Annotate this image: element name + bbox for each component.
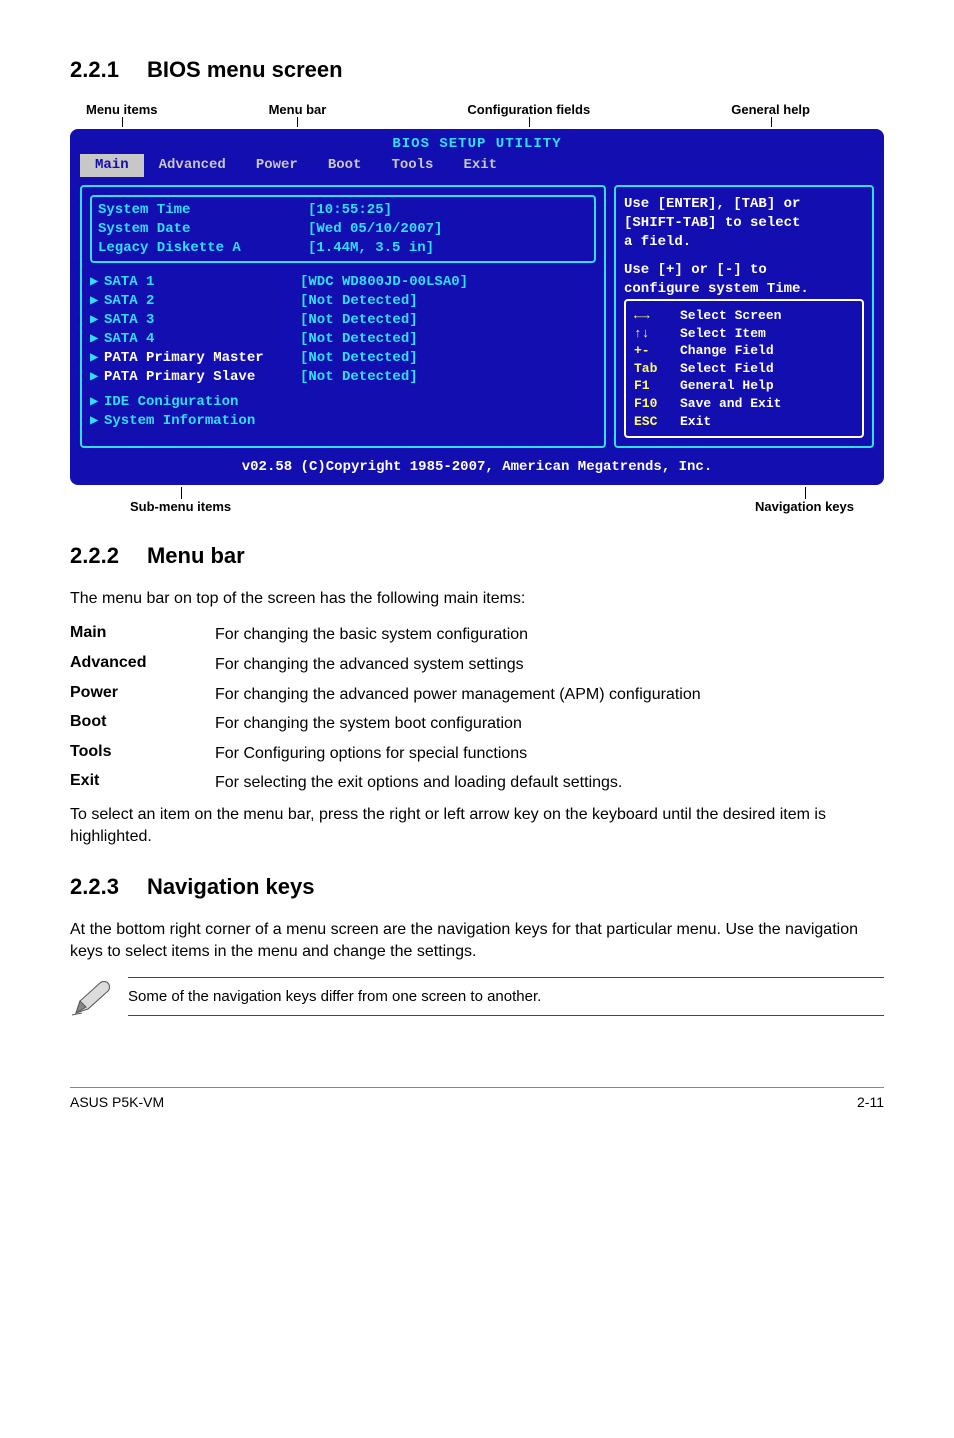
navkey-row: +-Change Field	[634, 342, 854, 360]
bios-row-system-info[interactable]: ▶System Information	[90, 412, 596, 431]
arrows-lr-icon: ←→	[634, 307, 680, 325]
bios-row-pata-master[interactable]: ▶PATA Primary Master [Not Detected]	[90, 349, 596, 368]
triangle-icon: ▶	[90, 311, 104, 330]
bios-menubar: Main Advanced Power Boot Tools Exit	[74, 154, 880, 181]
menu-bar-intro: The menu bar on top of the screen has th…	[70, 588, 884, 610]
section-heading-223: 2.2.3Navigation keys	[70, 873, 884, 901]
desc-row-main: Main For changing the basic system confi…	[70, 624, 884, 646]
bios-title: BIOS SETUP UTILITY	[74, 133, 880, 154]
triangle-icon: ▶	[90, 393, 104, 412]
triangle-icon: ▶	[90, 368, 104, 387]
callout-submenu-items: Sub-menu items	[130, 487, 231, 514]
bios-navigation-keys-box: ←→Select Screen ↑↓Select Item +-Change F…	[624, 299, 864, 438]
page-footer: ASUS P5K-VM 2-11	[70, 1087, 884, 1110]
bios-row-pata-slave[interactable]: ▶PATA Primary Slave [Not Detected]	[90, 368, 596, 387]
bios-row-legacy-diskette[interactable]: Legacy Diskette A [1.44M, 3.5 in]	[98, 239, 588, 258]
bios-tab-boot[interactable]: Boot	[313, 154, 377, 177]
callout-general-help: General help	[731, 102, 810, 127]
callout-navigation-keys: Navigation keys	[755, 487, 854, 514]
bios-copyright-footer: v02.58 (C)Copyright 1985-2007, American …	[74, 456, 880, 481]
bios-row-system-time[interactable]: System Time [10:55:25]	[98, 201, 588, 220]
select-item-hint: To select an item on the menu bar, press…	[70, 804, 884, 849]
section-heading-221: 2.2.1 BIOS menu screen	[70, 56, 884, 84]
triangle-icon: ▶	[90, 292, 104, 311]
desc-row-tools: Tools For Configuring options for specia…	[70, 743, 884, 765]
pencil-note-icon	[70, 977, 114, 1017]
bios-row-sata-3[interactable]: ▶SATA 3 [Not Detected]	[90, 311, 596, 330]
triangle-icon: ▶	[90, 273, 104, 292]
section-heading-222: 2.2.2Menu bar	[70, 542, 884, 570]
callout-menu-items: Menu items	[86, 102, 158, 127]
footer-right: 2-11	[857, 1094, 884, 1110]
bios-tab-exit[interactable]: Exit	[448, 154, 512, 177]
bios-tab-tools[interactable]: Tools	[376, 154, 448, 177]
navkey-row: TabSelect Field	[634, 360, 854, 378]
navkey-row: ←→Select Screen	[634, 307, 854, 325]
navkey-row: ESCExit	[634, 413, 854, 431]
desc-row-power: Power For changing the advanced power ma…	[70, 684, 884, 706]
section-title-text: BIOS menu screen	[147, 57, 343, 82]
bios-tab-power[interactable]: Power	[241, 154, 313, 177]
triangle-icon: ▶	[90, 412, 104, 431]
note-box: Some of the navigation keys differ from …	[70, 977, 884, 1017]
bios-row-sata-4[interactable]: ▶SATA 4 [Not Detected]	[90, 330, 596, 349]
triangle-icon: ▶	[90, 330, 104, 349]
bios-left-panel: System Time [10:55:25] System Date [Wed …	[80, 185, 606, 448]
bios-top-callouts: Menu items Menu bar Configuration fields…	[70, 102, 884, 127]
callout-menu-bar: Menu bar	[269, 102, 327, 127]
bios-tab-advanced[interactable]: Advanced	[144, 154, 241, 177]
bios-right-panel: Use [ENTER], [TAB] or [SHIFT-TAB] to sel…	[614, 185, 874, 448]
desc-row-advanced: Advanced For changing the advanced syste…	[70, 654, 884, 676]
footer-left: ASUS P5K-VM	[70, 1094, 164, 1110]
navkey-row: F10Save and Exit	[634, 395, 854, 413]
callout-config-fields: Configuration fields	[467, 102, 590, 127]
desc-row-exit: Exit For selecting the exit options and …	[70, 772, 884, 794]
triangle-icon: ▶	[90, 349, 104, 368]
bios-screenshot: BIOS SETUP UTILITY Main Advanced Power B…	[70, 129, 884, 485]
desc-row-boot: Boot For changing the system boot config…	[70, 713, 884, 735]
bios-row-ide-config[interactable]: ▶IDE Coniguration	[90, 393, 596, 412]
navkey-row: ↑↓Select Item	[634, 325, 854, 343]
bios-bottom-callouts: Sub-menu items Navigation keys	[70, 487, 884, 514]
navkey-row: F1General Help	[634, 377, 854, 395]
bios-row-system-date[interactable]: System Date [Wed 05/10/2007]	[98, 220, 588, 239]
bios-general-help-text: Use [ENTER], [TAB] or [SHIFT-TAB] to sel…	[624, 195, 864, 299]
nav-keys-intro: At the bottom right corner of a menu scr…	[70, 919, 884, 964]
bios-row-sata-2[interactable]: ▶SATA 2 [Not Detected]	[90, 292, 596, 311]
note-text: Some of the navigation keys differ from …	[128, 977, 884, 1016]
bios-row-sata-1[interactable]: ▶SATA 1 [WDC WD800JD-00LSA0]	[90, 273, 596, 292]
bios-tab-main[interactable]: Main	[80, 154, 144, 177]
menu-bar-description-list: Main For changing the basic system confi…	[70, 624, 884, 794]
arrows-ud-icon: ↑↓	[634, 325, 680, 343]
section-number: 2.2.1	[70, 57, 119, 82]
